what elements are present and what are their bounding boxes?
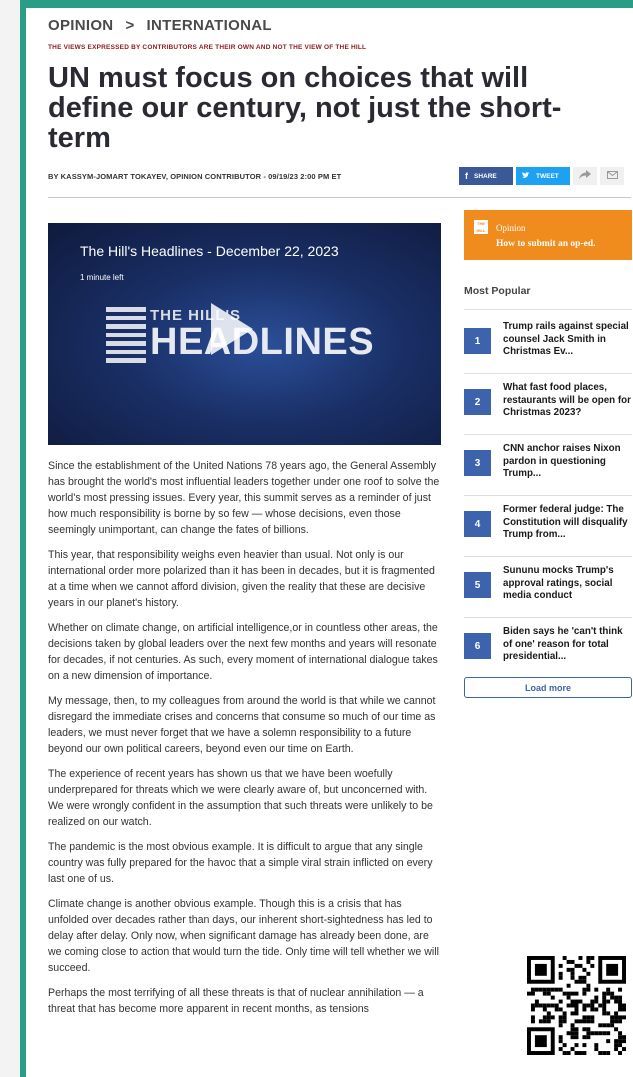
share-arrow-icon	[579, 170, 591, 182]
most-popular-list: 1 Trump rails against special counsel Ja…	[464, 313, 632, 679]
popular-item-title[interactable]: What fast food places, restaurants will …	[503, 382, 632, 420]
facebook-icon: f	[465, 171, 468, 181]
video-title: The Hill's Headlines - December 22, 2023	[80, 243, 339, 259]
play-icon[interactable]	[211, 303, 253, 355]
video-time-left: 1 minute left	[80, 273, 124, 282]
twitter-icon	[522, 171, 530, 181]
article-paragraph: Perhaps the most terrifying of all these…	[48, 987, 424, 1015]
page-gutter	[0, 0, 20, 1077]
logo-stripes	[106, 307, 146, 364]
page-frame-top	[20, 0, 633, 8]
popular-item[interactable]: 2 What fast food places, restaurants wil…	[464, 374, 632, 435]
popular-rank-badge: 4	[464, 511, 491, 537]
article-paragraph: Whether on climate change, on artificial…	[48, 622, 438, 682]
the-hill-logo: THE HILL	[474, 220, 488, 234]
breadcrumb-international[interactable]: INTERNATIONAL	[147, 17, 272, 34]
twitter-share-label: TWEET	[536, 172, 559, 180]
contributor-disclaimer: THE VIEWS EXPRESSED BY CONTRIBUTORS ARE …	[48, 44, 367, 51]
article-byline: BY KASSYM-JOMART TOKAYEV, OPINION CONTRI…	[48, 172, 342, 181]
article-paragraph: The pandemic is the most obvious example…	[48, 841, 433, 885]
header-divider	[48, 197, 631, 198]
share-bar: f SHARE TWEET	[459, 167, 624, 185]
popular-item[interactable]: 6 Biden says he 'can't think of one' rea…	[464, 618, 632, 679]
envelope-icon	[606, 170, 618, 182]
most-popular-heading: Most Popular	[464, 285, 531, 297]
article-paragraph: Climate change is another obvious exampl…	[48, 898, 439, 974]
promo-link-text[interactable]: How to submit an op-ed.	[496, 239, 596, 249]
article-paragraph: The experience of recent years has shown…	[48, 768, 433, 828]
video-player[interactable]: The Hill's Headlines - December 22, 2023…	[48, 223, 441, 445]
promo-section-label: Opinion	[496, 223, 526, 233]
facebook-share-label: SHARE	[474, 172, 497, 180]
load-more-button[interactable]: Load more	[464, 677, 632, 698]
popular-item[interactable]: 4 Former federal judge: The Constitution…	[464, 496, 632, 557]
popular-item-title[interactable]: Former federal judge: The Constitution w…	[503, 504, 632, 542]
article-headline: UN must focus on choices that will defin…	[48, 62, 562, 154]
article-paragraph: This year, that responsibility weighs ev…	[48, 549, 435, 609]
page-frame-left	[20, 0, 26, 1077]
logo-main-text: HEADLINES	[150, 321, 375, 363]
twitter-share-button[interactable]: TWEET	[516, 167, 570, 185]
popular-item-title[interactable]: Biden says he 'can't think of one' reaso…	[503, 626, 632, 664]
breadcrumb: OPINION > INTERNATIONAL	[48, 17, 272, 34]
most-popular-divider	[464, 309, 632, 310]
forward-share-button[interactable]	[573, 167, 597, 185]
breadcrumb-opinion[interactable]: OPINION	[48, 17, 113, 34]
popular-item-title[interactable]: Trump rails against special counsel Jack…	[503, 321, 632, 359]
popular-item-title[interactable]: Sununu mocks Trump's approval ratings, s…	[503, 565, 632, 603]
facebook-share-button[interactable]: f SHARE	[459, 167, 513, 185]
article-paragraph: Since the establishment of the United Na…	[48, 460, 440, 536]
popular-item[interactable]: 5 Sununu mocks Trump's approval ratings,…	[464, 557, 632, 618]
op-ed-promo-banner[interactable]: THE HILL Opinion How to submit an op-ed.	[464, 210, 632, 260]
popular-rank-badge: 3	[464, 450, 491, 476]
popular-item[interactable]: 1 Trump rails against special counsel Ja…	[464, 313, 632, 374]
article-paragraph: My message, then, to my colleagues from …	[48, 695, 436, 755]
breadcrumb-separator: >	[125, 17, 135, 34]
article-body: Since the establishment of the United Na…	[48, 458, 440, 1026]
qr-code-icon	[527, 956, 626, 1055]
popular-rank-badge: 5	[464, 572, 491, 598]
email-share-button[interactable]	[600, 167, 624, 185]
popular-item[interactable]: 3 CNN anchor raises Nixon pardon in ques…	[464, 435, 632, 496]
popular-rank-badge: 1	[464, 328, 491, 354]
popular-rank-badge: 2	[464, 389, 491, 415]
popular-rank-badge: 6	[464, 633, 491, 659]
popular-item-title[interactable]: CNN anchor raises Nixon pardon in questi…	[503, 443, 632, 481]
